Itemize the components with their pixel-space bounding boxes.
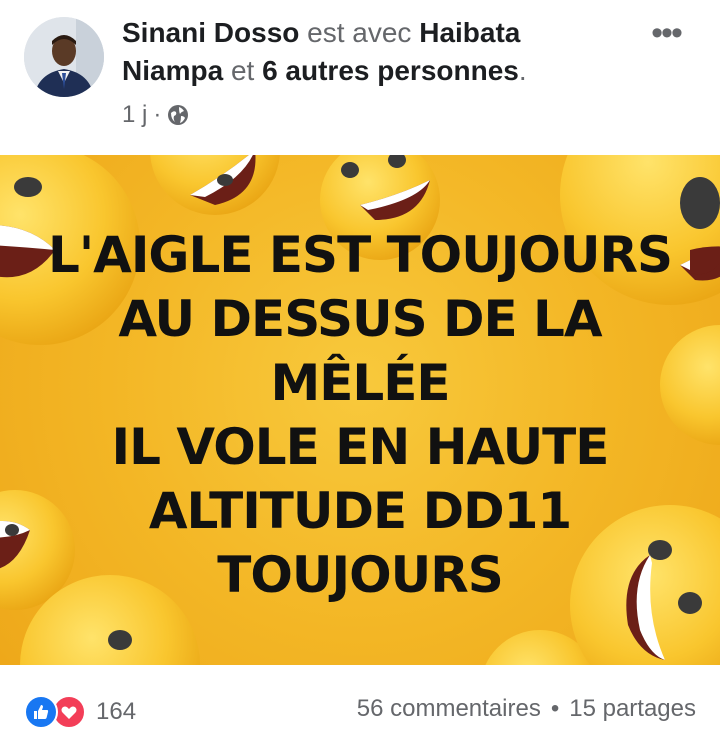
- meta-separator: ·: [153, 101, 162, 128]
- comments-link[interactable]: 56 commentaires: [357, 695, 541, 723]
- emoji-top-middle-left: [150, 155, 280, 215]
- more-options-icon: •••: [651, 13, 683, 52]
- more-options-button[interactable]: •••: [648, 14, 684, 52]
- image-text-line: MÊLÉE: [270, 354, 450, 412]
- shares-link[interactable]: 15 partages: [569, 695, 696, 723]
- reactions-summary[interactable]: 164: [24, 695, 136, 729]
- with-text: est avec: [307, 17, 412, 48]
- image-text-line: ALTITUDE DD11: [148, 482, 572, 540]
- stats-separator: •: [550, 695, 560, 722]
- avatar[interactable]: [24, 17, 104, 97]
- tagged-others-link[interactable]: 6 autres personnes: [262, 55, 519, 86]
- avatar-photo: [24, 17, 104, 97]
- image-text-line: TOUJOURS: [217, 546, 503, 604]
- post-author-line: Sinani Dosso est avec Haibata Niampa et …: [122, 14, 622, 90]
- post-time[interactable]: 1 j: [122, 101, 147, 129]
- period: .: [518, 55, 527, 86]
- reaction-count: 164: [96, 698, 137, 725]
- globe-icon: [167, 104, 189, 126]
- post-meta: 1 j ·: [122, 100, 189, 130]
- author-name[interactable]: Sinani Dosso: [122, 17, 299, 48]
- post-footer: 164 56 commentaires • 15 partages: [0, 665, 720, 750]
- post-stats: 56 commentaires • 15 partages: [357, 695, 696, 723]
- image-text-line: AU DESSUS DE LA: [118, 290, 602, 348]
- reaction-icons: [24, 695, 86, 729]
- post-header: Sinani Dosso est avec Haibata Niampa et …: [0, 0, 720, 155]
- and-text: et: [230, 55, 255, 86]
- post-image[interactable]: L'AIGLE EST TOUJOURS AU DESSUS DE LA MÊL…: [0, 155, 720, 665]
- image-text-line: L'AIGLE EST TOUJOURS: [47, 226, 673, 284]
- post-image-text: L'AIGLE EST TOUJOURS AU DESSUS DE LA MÊL…: [0, 223, 720, 607]
- like-icon: [24, 695, 58, 729]
- image-text-line: IL VOLE EN HAUTE: [111, 418, 610, 476]
